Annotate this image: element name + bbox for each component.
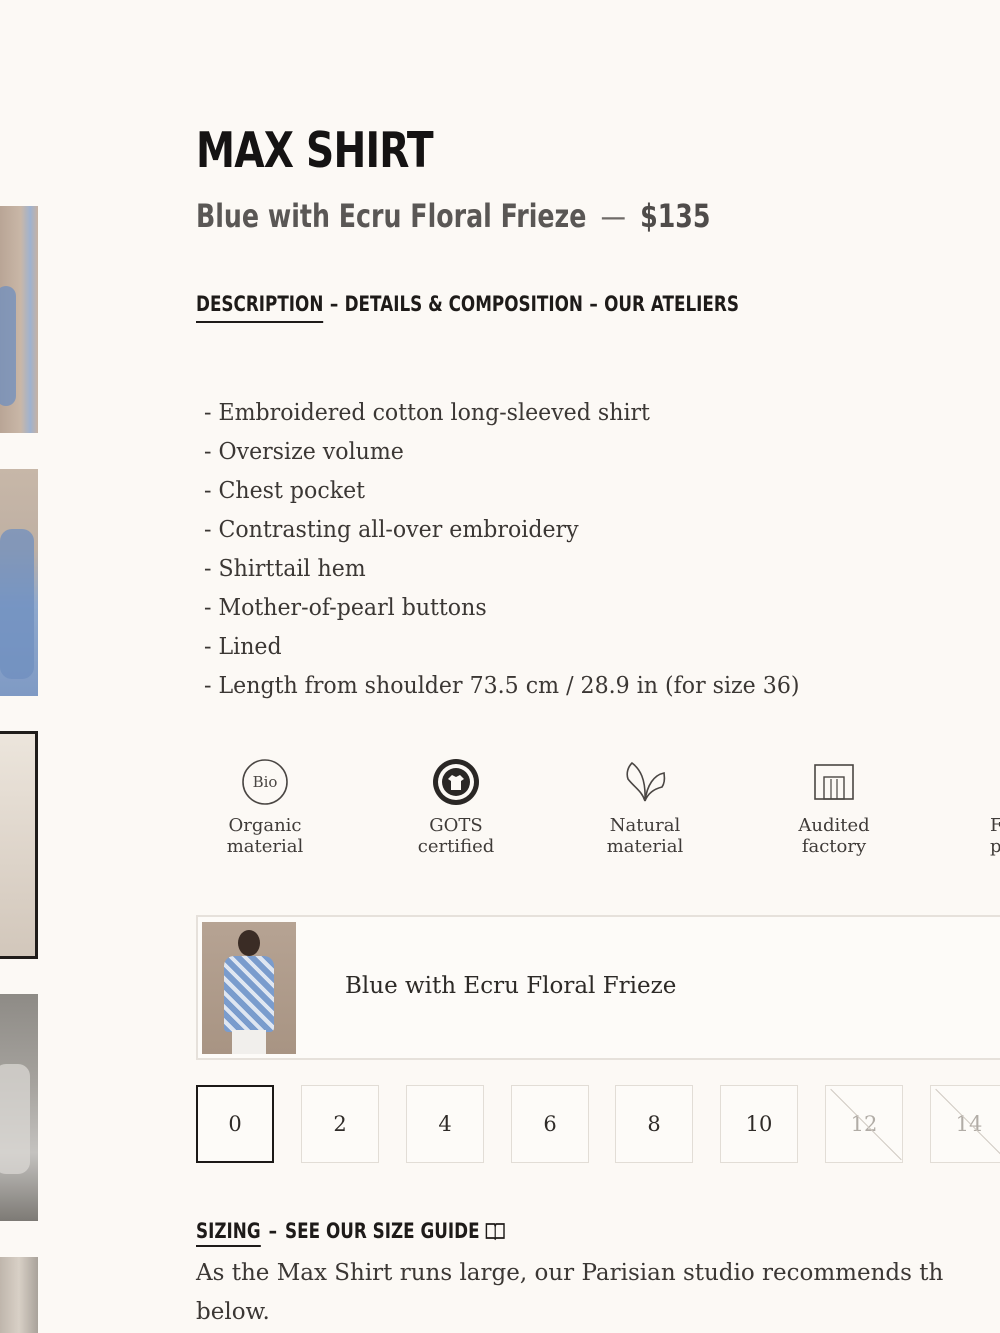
badge-label-line2: material <box>606 836 684 857</box>
description-item: Contrasting all-over embroidery <box>204 511 799 550</box>
product-subline: Blue with Ecru Floral Frieze — $135 <box>196 194 710 238</box>
product-color-name: Blue with Ecru Floral Frieze <box>196 197 587 235</box>
badge-organic-material: Bio Organic material <box>195 757 335 857</box>
size-guide-link[interactable]: SEE OUR SIZE GUIDE <box>285 1219 480 1243</box>
subline-separator: — <box>600 197 626 235</box>
product-title: MAX SHIRT <box>196 122 434 179</box>
sizing-text-line2: below. <box>196 1299 270 1325</box>
badge-label-line1: GOTS <box>429 815 483 836</box>
info-tabs: DESCRIPTION – DETAILS & COMPOSITION – OUR AT… <box>196 289 739 323</box>
badge-audited-factory: Audited factory <box>764 757 904 857</box>
gallery-thumbnail-3-selected[interactable] <box>0 731 38 959</box>
badge-label-line1: Natural <box>609 815 681 836</box>
gallery-thumbnail-5[interactable] <box>0 1257 38 1333</box>
leaf-icon <box>626 761 666 802</box>
badge-label-line1: Audited <box>798 815 870 836</box>
sizing-text-line1: As the Max Shirt runs large, our Parisia… <box>196 1260 944 1286</box>
size-option-12-unavailable[interactable]: 12 <box>825 1085 903 1163</box>
product-price: $135 <box>640 197 711 235</box>
description-item: Shirttail hem <box>204 550 799 589</box>
size-option-0[interactable]: 0 <box>196 1085 274 1163</box>
description-item: Chest pocket <box>204 472 799 511</box>
description-item: Length from shoulder 73.5 cm / 28.9 in (… <box>204 667 799 706</box>
sizing-header: SIZING – SEE OUR SIZE GUIDE <box>196 1216 505 1249</box>
tab-description[interactable]: DESCRIPTION <box>196 289 324 323</box>
badge-gots-certified: GOTS certified <box>386 757 526 857</box>
size-option-14-unavailable[interactable]: 14 <box>930 1085 1000 1163</box>
badge-label-line1: Organic <box>228 815 302 836</box>
sizing-separator: – <box>268 1219 278 1243</box>
thumbnail-model-shirt <box>224 956 274 1032</box>
badge-label-line2: material <box>226 836 304 857</box>
badge-label-line2: p <box>990 836 1000 857</box>
tab-separator: – <box>329 292 339 316</box>
description-item: Embroidered cotton long-sleeved shirt <box>204 394 799 433</box>
svg-text:Bio: Bio <box>253 773 278 791</box>
gots-icon <box>433 759 479 805</box>
sizing-label: SIZING <box>196 1219 261 1247</box>
badge-label-line1: F <box>990 815 1000 836</box>
gallery-thumbnail-2[interactable] <box>0 469 38 696</box>
size-option-2[interactable]: 2 <box>301 1085 379 1163</box>
color-option-name: Blue with Ecru Floral Frieze <box>345 973 677 999</box>
tab-separator: – <box>589 292 598 316</box>
badge-natural-material: Natural material <box>575 757 715 857</box>
badge-partial: F p <box>950 757 1000 857</box>
description-item: Mother-of-pearl buttons <box>204 589 799 628</box>
bio-icon: Bio <box>242 759 288 805</box>
factory-icon <box>814 764 854 800</box>
size-option-8[interactable]: 8 <box>615 1085 693 1163</box>
size-option-6[interactable]: 6 <box>511 1085 589 1163</box>
badge-label-line2: certified <box>417 836 495 857</box>
thumbnail-model-head <box>238 930 260 956</box>
color-option-card[interactable]: Blue with Ecru Floral Frieze <box>196 915 1000 1060</box>
description-item: Oversize volume <box>204 433 799 472</box>
thumbnail-figure <box>0 286 16 406</box>
tab-details-composition[interactable]: DETAILS & COMPOSITION <box>345 289 583 319</box>
product-page: MAX SHIRT Blue with Ecru Floral Frieze — $… <box>0 0 1000 1333</box>
tab-our-ateliers[interactable]: OUR ATELIERS <box>604 289 739 319</box>
gallery-thumbnail-4[interactable] <box>0 994 38 1221</box>
thumbnail-figure <box>0 1064 30 1174</box>
thumbnail-figure <box>0 529 34 679</box>
sizing-recommendation: As the Max Shirt runs large, our Parisia… <box>196 1254 1000 1332</box>
description-item: Lined <box>204 628 799 667</box>
gallery-thumbnail-1[interactable] <box>0 206 38 433</box>
thumbnail-model-trousers <box>232 1030 266 1054</box>
description-list: Embroidered cotton long-sleeved shirt Ov… <box>204 394 799 706</box>
badge-label-line2: factory <box>801 836 867 857</box>
color-option-thumbnail <box>202 922 296 1054</box>
size-option-4[interactable]: 4 <box>406 1085 484 1163</box>
size-option-10[interactable]: 10 <box>720 1085 798 1163</box>
book-icon[interactable] <box>484 1219 505 1249</box>
